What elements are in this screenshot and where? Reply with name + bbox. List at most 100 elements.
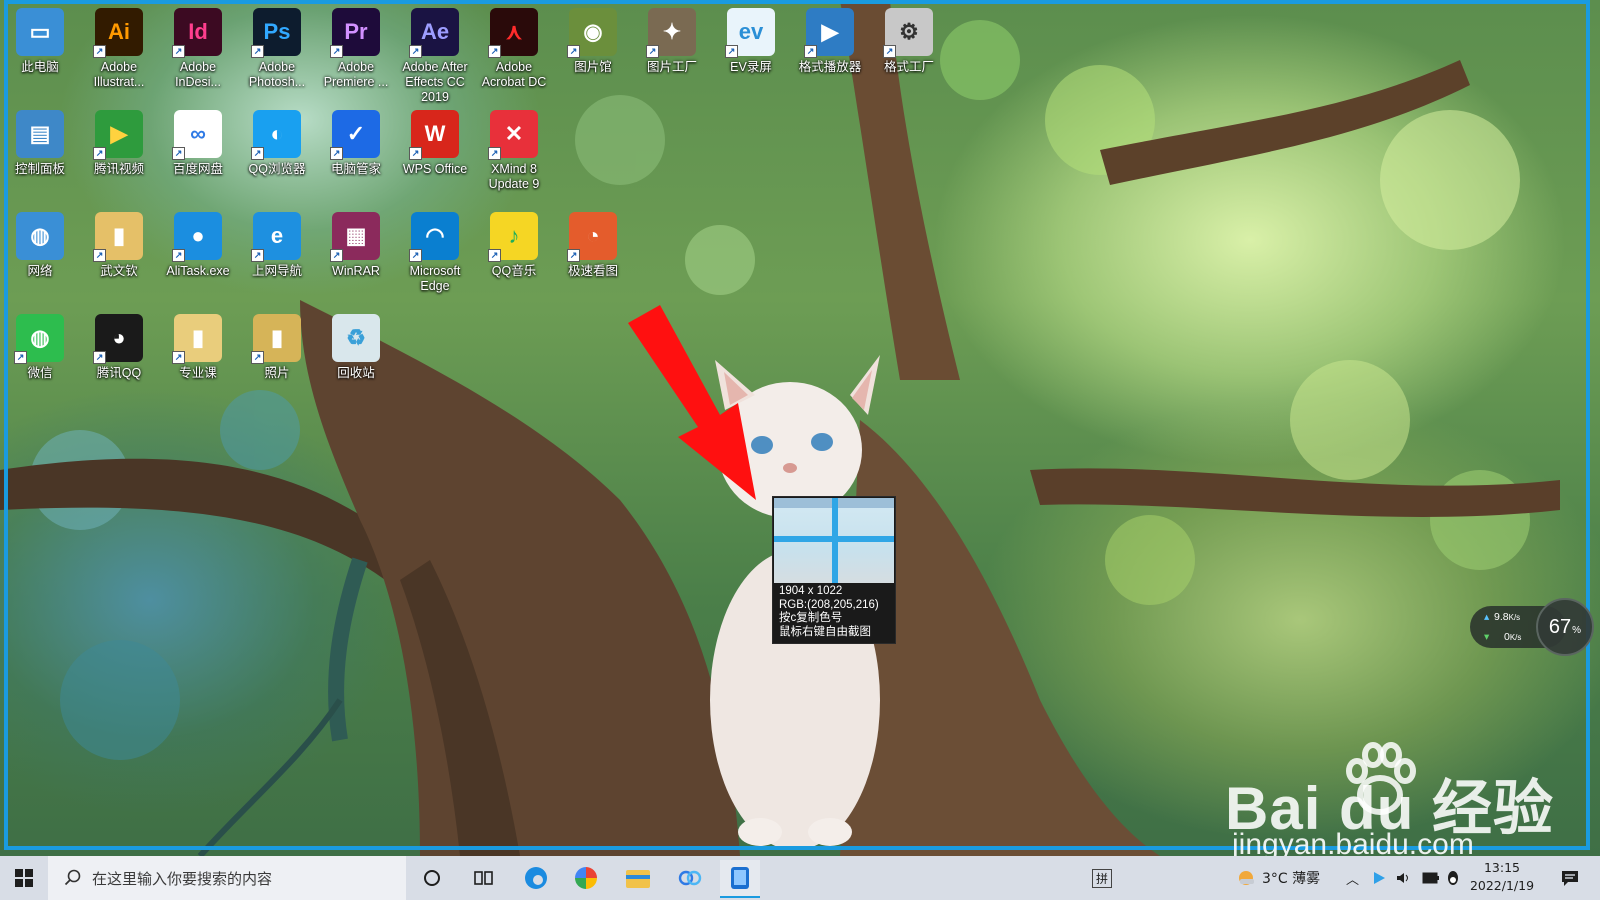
desktop-icon-label: 控制面板 [14,162,65,176]
desktop-icon-wps[interactable]: W ↗ WPS Office [397,104,473,200]
desktop-icon-edge[interactable]: ◠ ↗ Microsoft Edge [397,206,473,302]
task-view-button[interactable] [464,860,504,896]
magnifier-zoom-view [774,498,894,583]
qq-browser-icon: ◐ ↗ [251,110,301,160]
desktop-icon-label: 百度网盘 [172,162,223,176]
desktop-icon-fast-viewer[interactable]: ◔ ↗ 极速看图 [555,206,631,302]
desktop-icon-qq[interactable]: ◕ ↗ 腾讯QQ [81,308,157,404]
download-speed: ▾ 0K/s [1484,631,1521,643]
desktop-icon-label: 上网导航 [251,264,302,278]
desktop-icon-tencent-video[interactable]: ▶ ↗ 腾讯视频 [81,104,157,200]
tray-volume[interactable] [1396,856,1412,900]
folder-icon: ▮ ↗ [172,314,222,364]
desktop-icon-winrar[interactable]: ▦ ↗ WinRAR [318,206,394,302]
alitask-icon: ● ↗ [172,212,222,262]
start-button[interactable] [0,856,48,900]
desktop-icon-label: QQ音乐 [491,264,537,278]
tray-tencent-video[interactable] [1372,856,1386,900]
download-unit: K/s [1509,633,1522,642]
desktop-icon-xmind[interactable]: ✕ ↗ XMind 8 Update 9 [476,104,552,200]
network-speed-widget[interactable]: ▴ 9.8 K/s ▾ 0K/s 67% [1470,598,1594,656]
chevron-up-icon: ︿ [1346,872,1360,888]
photos-folder-icon: ▮ ↗ [251,314,301,364]
baidu-netdisk-icon: ∞ ↗ [172,110,222,160]
qq-icon: ◕ ↗ [93,314,143,364]
memory-usage-gauge[interactable]: 67% [1536,598,1594,656]
control-panel-icon: ▤ [16,110,64,158]
shortcut-arrow-icon: ↗ [251,249,264,262]
magnifier-info: 1904 x 1022 RGB:(208,205,216) 按c复制色号 鼠标右… [779,585,893,639]
desktop-icon-label: Adobe Photosh... [248,60,306,89]
baidu-netdisk-icon [678,870,702,886]
desktop-icon-network[interactable]: ◍ 网络 [2,206,78,302]
desktop-icon-ie[interactable]: e ↗ 上网导航 [239,206,315,302]
desktop-icon-label: Microsoft Edge [409,264,461,293]
memory-usage-unit: % [1572,624,1582,636]
desktop-icon-pc-manager[interactable]: ✓ ↗ 电脑管家 [318,104,394,200]
desktop-icon-illustrator[interactable]: Ai ↗ Adobe Illustrat... [81,2,157,98]
desktop-icon-acrobat[interactable]: ⋏ ↗ Adobe Acrobat DC [476,2,552,98]
notification-icon [1562,871,1578,886]
wechat-icon: ◍ ↗ [14,314,64,364]
winrar-icon: ▦ ↗ [330,212,380,262]
taskbar-baidu-netdisk-button[interactable] [670,860,710,896]
desktop-icon-ev-recorder[interactable]: ev ↗ EV录屏 [713,2,789,98]
recycle-bin-icon: ♻ [332,314,380,362]
desktop-icon-photos-folder[interactable]: ▮ ↗ 照片 [239,308,315,404]
desktop-icon-after-effects[interactable]: Ae ↗ Adobe After Effects CC 2019 [397,2,473,104]
desktop-icon-computer[interactable]: ▭ 此电脑 [2,2,78,98]
ime-indicator[interactable]: 拼 [1092,856,1113,900]
desktop-icon-label: WinRAR [332,264,380,278]
weather-widget[interactable]: 3°C 薄雾 [1236,856,1320,900]
desktop-icon-folder[interactable]: ▮ ↗ 专业课 [160,308,236,404]
tray-overflow-chevron[interactable]: ︿ [1346,856,1359,900]
desktop-icon-format-player[interactable]: ▶ ↗ 格式播放器 [792,2,868,98]
taskbar-search-box[interactable]: 在这里输入你要搜索的内容 [48,856,406,900]
desktop-icon-qq-music[interactable]: ♪ ↗ QQ音乐 [476,206,552,302]
tray-battery[interactable] [1422,856,1440,900]
taskbar-clock[interactable]: 13:15 2022/1/19 [1452,859,1552,895]
desktop-icon-photoshop[interactable]: Ps ↗ Adobe Photosh... [239,2,315,98]
taskbar-active-app-button[interactable] [720,860,760,898]
desktop-icon-user-folder[interactable]: ▮ ↗ 武文钦 [81,206,157,302]
tablet-app-icon [731,867,749,889]
desktop-icon-indesign[interactable]: Id ↗ Adobe InDesi... [160,2,236,98]
taskbar-file-explorer-button[interactable] [618,860,658,896]
desktop-icon-wechat[interactable]: ◍ ↗ 微信 [2,308,78,404]
desktop-icon-label: 图片馆 [574,60,612,74]
shortcut-arrow-icon: ↗ [330,249,343,262]
edge-icon [525,867,547,889]
windows-logo-icon [15,869,33,887]
desktop-icon-label: 电脑管家 [330,162,381,176]
desktop-icon-image-gallery[interactable]: ◉ ↗ 图片馆 [555,2,631,98]
desktop-icon-format-factory[interactable]: ⚙ ↗ 格式工厂 [871,2,947,98]
upload-arrow-icon: ▴ [1484,611,1490,623]
shortcut-arrow-icon: ↗ [409,45,422,58]
weather-sun-icon [1239,871,1254,885]
magnifier-size: 1904 x 1022 [779,585,843,597]
desktop-icon-control-panel[interactable]: ▤ 控制面板 [2,104,78,200]
desktop-icon-qq-browser[interactable]: ◐ ↗ QQ浏览器 [239,104,315,200]
shortcut-arrow-icon: ↗ [93,147,106,160]
desktop-icon-image-factory[interactable]: ✦ ↗ 图片工厂 [634,2,710,98]
desktop-icon-label: QQ浏览器 [248,162,306,176]
indesign-icon: Id ↗ [172,8,222,58]
magnifier-copy-hint: 按c复制色号 [779,612,843,624]
xmind-icon: ✕ ↗ [488,110,538,160]
desktop-icon-premiere[interactable]: Pr ↗ Adobe Premiere ... [318,2,394,98]
tencent-video-tray-icon [1374,872,1385,884]
desktop-icon-label: WPS Office [402,162,468,176]
taskbar-edge-button[interactable] [516,860,556,896]
desktop-icon-recycle-bin[interactable]: ♻ 回收站 [318,308,394,404]
upload-speed: ▴ 9.8K/s [1484,611,1520,623]
taskbar-fast-viewer-button[interactable] [566,860,606,896]
desktop-icon-label: Adobe Illustrat... [93,60,145,89]
shortcut-arrow-icon: ↗ [567,45,580,58]
desktop-icon-alitask[interactable]: ● ↗ AliTask.exe [160,206,236,302]
shortcut-arrow-icon: ↗ [804,45,817,58]
cortana-button[interactable] [412,860,452,896]
upload-value: 9.8 [1494,611,1509,623]
action-center-button[interactable] [1560,856,1580,900]
desktop-icon-baidu-netdisk[interactable]: ∞ ↗ 百度网盘 [160,104,236,200]
image-gallery-icon: ◉ ↗ [567,8,617,58]
